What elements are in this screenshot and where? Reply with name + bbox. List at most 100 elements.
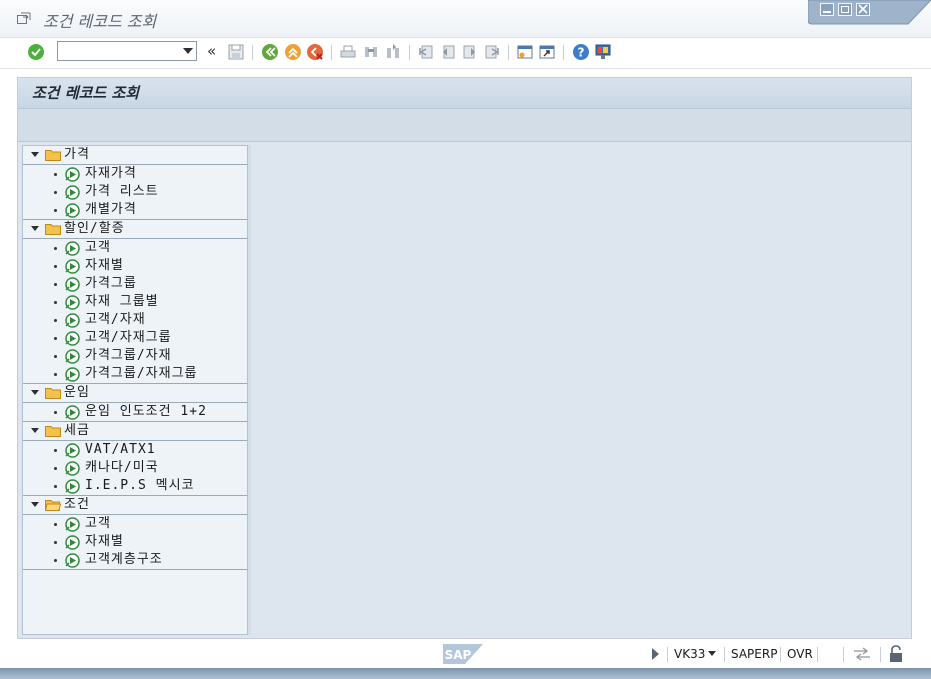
save-icon[interactable] bbox=[226, 42, 246, 62]
tree-folder[interactable]: 가격 bbox=[23, 146, 247, 165]
tree-item[interactable]: 운임 인도조건 1+2 bbox=[23, 403, 247, 422]
execute-icon bbox=[65, 259, 80, 274]
tree-item[interactable]: 캐나다/미국 bbox=[23, 459, 247, 477]
cancel-icon[interactable] bbox=[305, 42, 325, 62]
tree-item[interactable]: VAT/ATX1 bbox=[23, 441, 247, 459]
previous-page-icon[interactable] bbox=[438, 42, 458, 62]
insert-mode: OVR bbox=[787, 647, 813, 661]
bullet-icon bbox=[54, 411, 57, 414]
taskbar-strip bbox=[0, 668, 931, 679]
execute-icon bbox=[65, 331, 80, 346]
bullet-icon bbox=[54, 559, 57, 562]
folder-icon bbox=[45, 426, 61, 437]
tree-item[interactable]: 가격 리스트 bbox=[23, 183, 247, 201]
screen-header: 조건 레코드 조회 bbox=[18, 78, 911, 109]
tree-item-label: 캐나다/미국 bbox=[85, 460, 159, 475]
system-name: SAPERP bbox=[731, 647, 778, 661]
expand-arrow-icon[interactable] bbox=[31, 390, 39, 395]
expand-arrow-icon[interactable] bbox=[31, 152, 39, 157]
tree-item[interactable]: 개별가격 bbox=[23, 201, 247, 220]
tree-item-label: 가격 리스트 bbox=[85, 184, 159, 199]
minimize-button[interactable] bbox=[820, 3, 834, 16]
next-page-icon[interactable] bbox=[460, 42, 480, 62]
tree-item[interactable]: 자재 그룹별 bbox=[23, 293, 247, 311]
expand-arrow-icon[interactable] bbox=[31, 226, 39, 231]
expand-arrow-icon[interactable] bbox=[31, 428, 39, 433]
exit-icon[interactable] bbox=[283, 42, 303, 62]
bullet-icon bbox=[54, 373, 57, 376]
tree-item-label: 고객 bbox=[85, 240, 111, 255]
tree-item-label: 자재별 bbox=[85, 534, 124, 549]
tree-folder[interactable]: 세금 bbox=[23, 422, 247, 441]
execute-icon bbox=[65, 443, 80, 458]
command-input[interactable] bbox=[61, 43, 179, 59]
bullet-icon bbox=[54, 355, 57, 358]
close-button[interactable] bbox=[856, 3, 870, 16]
menu-icon[interactable] bbox=[17, 12, 31, 24]
execute-icon bbox=[65, 517, 80, 532]
tree-folder[interactable]: 할인/할증 bbox=[23, 220, 247, 239]
expand-arrow-icon[interactable] bbox=[31, 502, 39, 507]
back-icon[interactable] bbox=[260, 42, 280, 62]
collapse-chevron-icon[interactable]: « bbox=[207, 42, 216, 60]
create-session-icon[interactable] bbox=[515, 42, 535, 62]
tree-item[interactable]: 고객/자재 bbox=[23, 311, 247, 329]
tree-folder[interactable]: 조건 bbox=[23, 496, 247, 515]
work-area: 조건 레코드 조회 가격 자재가격 가격 리스트 개별가격 할인/할증 고객 자재별 가격그룹… bbox=[17, 77, 912, 639]
first-page-icon[interactable] bbox=[416, 42, 436, 62]
bullet-icon bbox=[54, 301, 57, 304]
tree-item[interactable]: I.E.P.S 멕시코 bbox=[23, 477, 247, 496]
tree-item[interactable]: 고객 bbox=[23, 515, 247, 533]
tree-folder-label: 가격 bbox=[64, 147, 90, 162]
execute-icon bbox=[65, 277, 80, 292]
find-icon[interactable] bbox=[361, 42, 381, 62]
lock-icon[interactable] bbox=[888, 645, 904, 667]
tree-item-label: 가격그룹 bbox=[85, 276, 137, 291]
tree-item[interactable]: 자재별 bbox=[23, 533, 247, 551]
tree-folder-label: 운임 bbox=[64, 385, 90, 400]
last-page-icon[interactable] bbox=[482, 42, 502, 62]
panel-splitter[interactable] bbox=[248, 145, 251, 635]
tree-item[interactable]: 자재별 bbox=[23, 257, 247, 275]
shortcut-icon[interactable] bbox=[537, 42, 557, 62]
print-icon[interactable] bbox=[338, 42, 358, 62]
tree-item[interactable]: 가격그룹/자재 bbox=[23, 347, 247, 365]
bullet-icon bbox=[54, 467, 57, 470]
connection-icon[interactable] bbox=[853, 646, 871, 666]
help-icon[interactable]: ? bbox=[571, 42, 591, 62]
tree-item-label: 운임 인도조건 1+2 bbox=[85, 404, 207, 419]
system-toolbar: « ? bbox=[0, 38, 931, 69]
execute-icon bbox=[65, 313, 80, 328]
tree-folder-label: 조건 bbox=[64, 497, 90, 512]
find-next-icon[interactable] bbox=[383, 42, 403, 62]
tree-item[interactable]: 고객/자재그룹 bbox=[23, 329, 247, 347]
execute-icon bbox=[65, 553, 80, 568]
execute-icon bbox=[65, 479, 80, 494]
application-toolbar bbox=[18, 109, 911, 142]
tree-item[interactable]: 가격그룹 bbox=[23, 275, 247, 293]
status-expand-icon[interactable] bbox=[652, 648, 659, 660]
maximize-button[interactable] bbox=[838, 3, 852, 16]
execute-icon bbox=[65, 461, 80, 476]
enter-icon[interactable] bbox=[26, 42, 46, 62]
tree-item[interactable]: 가격그룹/자재그룹 bbox=[23, 365, 247, 384]
tree-item-label: 고객/자재그룹 bbox=[85, 330, 172, 345]
execute-icon bbox=[65, 535, 80, 550]
tree-item-label: 가격그룹/자재그룹 bbox=[85, 366, 198, 381]
sap-logo: SAP bbox=[443, 644, 483, 664]
customize-layout-icon[interactable] bbox=[593, 42, 613, 62]
tree-item[interactable]: 고객계층구조 bbox=[23, 551, 247, 570]
tree-folder[interactable]: 운임 bbox=[23, 384, 247, 403]
execute-icon bbox=[65, 367, 80, 382]
tree-item-label: 고객 bbox=[85, 516, 111, 531]
bullet-icon bbox=[54, 523, 57, 526]
tree-folder-label: 할인/할증 bbox=[64, 221, 125, 236]
tree-item-label: 자재 그룹별 bbox=[85, 294, 159, 309]
chevron-down-icon[interactable] bbox=[183, 48, 193, 54]
tree-item[interactable]: 고객 bbox=[23, 239, 247, 257]
command-field[interactable] bbox=[57, 41, 197, 61]
transaction-dropdown-icon[interactable] bbox=[708, 651, 716, 656]
tree-item[interactable]: 자재가격 bbox=[23, 165, 247, 183]
tree-item-label: 개별가격 bbox=[85, 202, 137, 217]
execute-icon bbox=[65, 185, 80, 200]
